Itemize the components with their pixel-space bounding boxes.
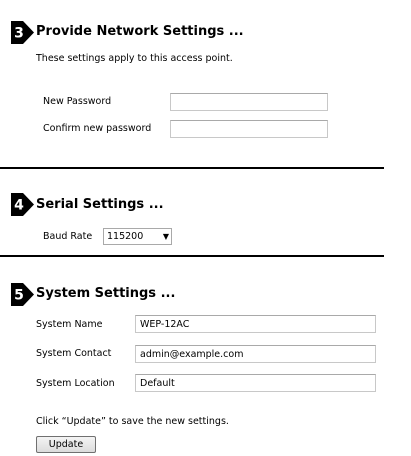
- network-settings-description: These settings apply to this access poin…: [36, 53, 233, 64]
- system-name-label: System Name: [36, 319, 103, 330]
- network-settings-title: Provide Network Settings ...: [36, 24, 244, 39]
- baud-rate-label: Baud Rate: [43, 231, 93, 242]
- section-divider-2: [0, 255, 384, 257]
- chevron-down-icon: ▼: [162, 232, 169, 241]
- step-5-badge-icon: 5: [11, 283, 34, 306]
- system-location-field[interactable]: [135, 374, 376, 392]
- system-contact-label: System Contact: [36, 348, 112, 359]
- update-hint: Click “Update” to save the new settings.: [36, 416, 229, 427]
- system-name-field[interactable]: [135, 315, 376, 333]
- baud-rate-select[interactable]: 115200 ▼: [103, 228, 172, 245]
- system-contact-field[interactable]: [135, 345, 376, 363]
- section-divider-1: [0, 167, 384, 169]
- system-settings-title: System Settings ...: [36, 286, 176, 301]
- system-location-label: System Location: [36, 378, 115, 389]
- step-3-badge-icon: 3: [11, 21, 34, 44]
- baud-rate-value: 115200: [107, 231, 144, 242]
- step-3-number: 3: [14, 26, 24, 42]
- confirm-password-field[interactable]: [170, 120, 328, 138]
- serial-settings-title: Serial Settings ...: [36, 197, 164, 212]
- update-button[interactable]: Update: [36, 436, 96, 453]
- step-4-badge-icon: 4: [11, 193, 34, 216]
- step-4-number: 4: [14, 198, 24, 214]
- new-password-field[interactable]: [170, 93, 328, 111]
- new-password-label: New Password: [43, 96, 112, 107]
- confirm-password-label: Confirm new password: [43, 123, 152, 134]
- step-5-number: 5: [14, 288, 24, 304]
